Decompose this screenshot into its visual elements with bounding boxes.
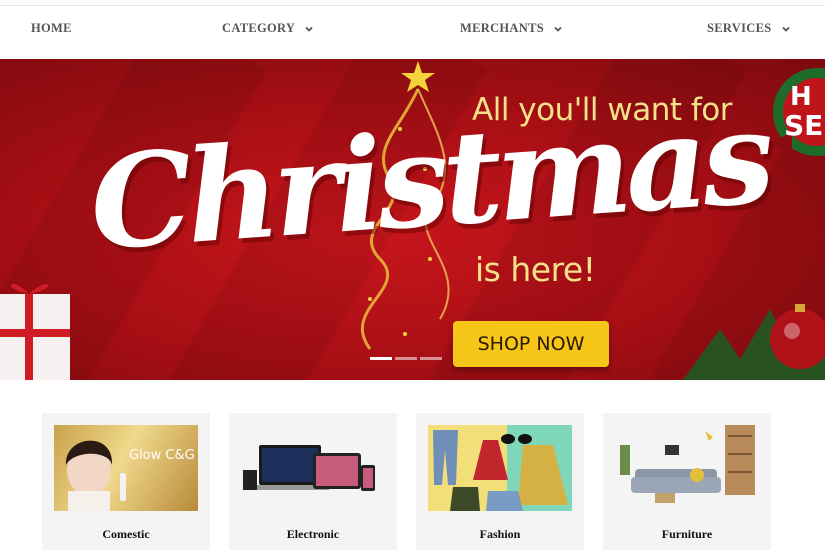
category-thumb bbox=[615, 425, 759, 511]
nav-home-label: HOME bbox=[31, 21, 72, 35]
slider-dot[interactable] bbox=[370, 357, 392, 360]
gift-box-icon bbox=[0, 283, 70, 380]
main-nav: HOME CATEGORY MERCHANTS SERVICES bbox=[0, 6, 825, 59]
category-card-electronic[interactable]: Electronic bbox=[229, 413, 397, 550]
nav-merchants[interactable]: MERCHANTS bbox=[460, 21, 563, 36]
category-card-comestic[interactable]: Glow C&G Comestic bbox=[42, 413, 210, 550]
chevron-down-icon bbox=[781, 24, 791, 34]
nav-home[interactable]: HOME bbox=[31, 21, 72, 36]
furniture-sofa-icon bbox=[620, 425, 755, 503]
category-label: Fashion bbox=[479, 527, 521, 541]
category-grid: Glow C&G Comestic Electronic Fashion Fur… bbox=[0, 413, 825, 550]
category-thumb bbox=[241, 425, 385, 511]
category-card-furniture[interactable]: Furniture bbox=[603, 413, 771, 550]
nav-category[interactable]: CATEGORY bbox=[222, 21, 314, 36]
hero-banner[interactable]: Christmas All you'll want for is here! S… bbox=[0, 59, 825, 380]
banner-tagline-top: All you'll want for bbox=[472, 92, 732, 128]
slider-dots bbox=[370, 357, 442, 360]
category-label: Comestic bbox=[102, 527, 150, 541]
fashion-clothes-icon bbox=[433, 430, 568, 511]
nav-services-label: SERVICES bbox=[707, 21, 772, 35]
slider-dot[interactable] bbox=[420, 357, 442, 360]
category-thumb bbox=[428, 425, 572, 511]
svg-text:SE: SE bbox=[784, 109, 823, 142]
shop-now-button[interactable]: SHOP NOW bbox=[453, 321, 609, 367]
ornament-icon bbox=[682, 304, 825, 380]
banner-tagline-bottom: is here! bbox=[475, 250, 596, 289]
svg-text:H: H bbox=[790, 82, 812, 112]
electronics-devices-icon bbox=[243, 445, 375, 491]
svg-text:Glow C&G: Glow C&G bbox=[129, 448, 195, 463]
cosmetic-model-icon: Glow C&G bbox=[65, 440, 195, 511]
nav-merchants-label: MERCHANTS bbox=[460, 21, 544, 35]
chevron-down-icon bbox=[553, 24, 563, 34]
category-card-fashion[interactable]: Fashion bbox=[416, 413, 584, 550]
chevron-down-icon bbox=[304, 24, 314, 34]
slider-dot[interactable] bbox=[395, 357, 417, 360]
sale-badge-icon: H SE bbox=[772, 68, 825, 157]
category-label: Electronic bbox=[286, 527, 340, 541]
category-label: Furniture bbox=[661, 527, 713, 541]
category-thumb: Glow C&G bbox=[54, 425, 198, 511]
nav-category-label: CATEGORY bbox=[222, 21, 296, 35]
nav-services[interactable]: SERVICES bbox=[707, 21, 791, 36]
